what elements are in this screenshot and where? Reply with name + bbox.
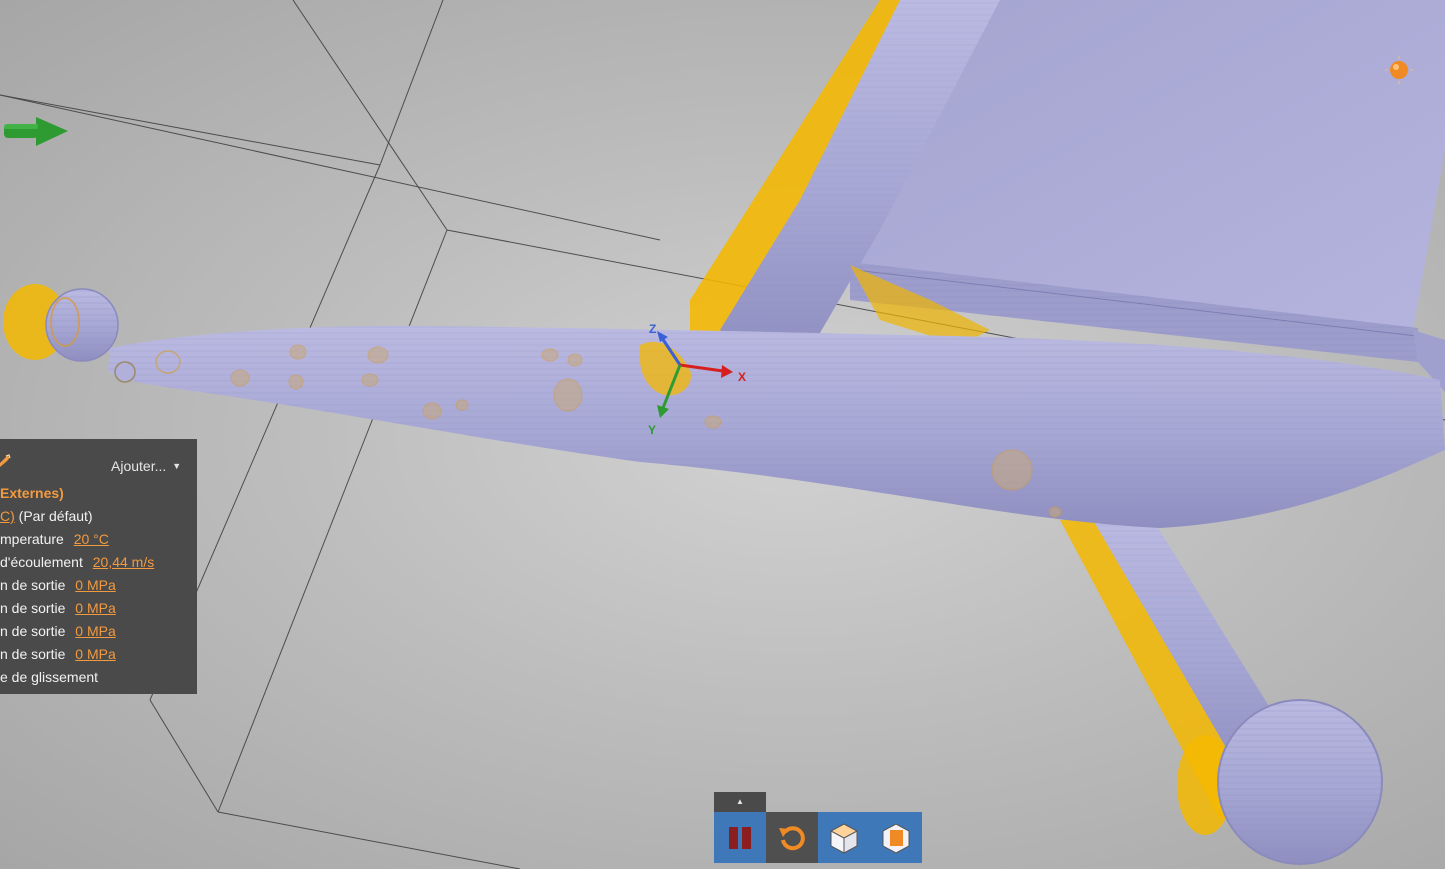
reset-button[interactable]: [766, 812, 818, 863]
simulation-toolbar: [714, 812, 922, 863]
section-view-icon: [882, 822, 910, 854]
chevron-up-icon: ▲: [736, 797, 744, 806]
property-value-link[interactable]: 0 MPa: [75, 646, 115, 662]
property-row: d'écoulement 20,44 m/s: [0, 554, 154, 570]
property-row: n de sortie 0 MPa: [0, 623, 116, 639]
property-value-link[interactable]: 20,44 m/s: [93, 554, 154, 570]
panel-title: Externes): [0, 485, 64, 501]
property-label: n de sortie: [0, 623, 66, 639]
property-value-link[interactable]: 20 °C: [74, 531, 109, 547]
default-row: C) (Par défaut): [0, 508, 93, 524]
reset-icon: [779, 825, 805, 850]
direction-arrow-icon[interactable]: [4, 117, 68, 146]
property-value-link[interactable]: 0 MPa: [75, 600, 115, 616]
solid-view-button[interactable]: [818, 812, 870, 863]
property-row: e de glissement: [0, 669, 98, 685]
property-label: n de sortie: [0, 600, 66, 616]
chevron-down-icon: ▼: [172, 461, 182, 471]
pause-icon: [729, 826, 751, 849]
axis-x-label: X: [738, 370, 746, 384]
property-row: n de sortie 0 MPa: [0, 600, 116, 616]
properties-panel: Ajouter... ▼ Externes) C) (Par défaut) mp…: [0, 439, 197, 694]
panel-header: Ajouter... ▼: [0, 439, 197, 489]
add-button[interactable]: Ajouter... ▼: [111, 458, 181, 474]
property-row: n de sortie 0 MPa: [0, 646, 116, 662]
toolbar-expand-button[interactable]: ▲: [714, 792, 766, 812]
property-row: mperature 20 °C: [0, 531, 109, 547]
property-label: mperature: [0, 531, 64, 547]
panel-title-text: Externes): [0, 485, 64, 501]
property-label: e de glissement: [0, 669, 99, 685]
wrench-icon[interactable]: [0, 453, 12, 469]
axis-z-label: Z: [649, 322, 656, 336]
3d-viewport[interactable]: Z X Y: [0, 0, 1445, 869]
nose-sphere: [3, 284, 119, 362]
lower-strut: [1060, 515, 1383, 865]
scene-canvas[interactable]: Z X Y: [0, 0, 1445, 869]
axis-y-label: Y: [648, 423, 656, 437]
solid-view-icon: [830, 822, 858, 854]
property-label: n de sortie: [0, 646, 66, 662]
fuselage-body: [108, 325, 1445, 528]
property-label: n de sortie: [0, 577, 66, 593]
pause-button[interactable]: [714, 812, 766, 863]
default-label: (Par défaut): [18, 508, 93, 524]
property-value-link[interactable]: 0 MPa: [75, 623, 115, 639]
add-button-label: Ajouter...: [111, 458, 167, 474]
property-label: d'écoulement: [0, 554, 83, 570]
default-link[interactable]: C): [0, 508, 15, 524]
section-view-button[interactable]: [870, 812, 922, 863]
property-row: n de sortie 0 MPa: [0, 577, 116, 593]
property-value-link[interactable]: 0 MPa: [75, 577, 115, 593]
